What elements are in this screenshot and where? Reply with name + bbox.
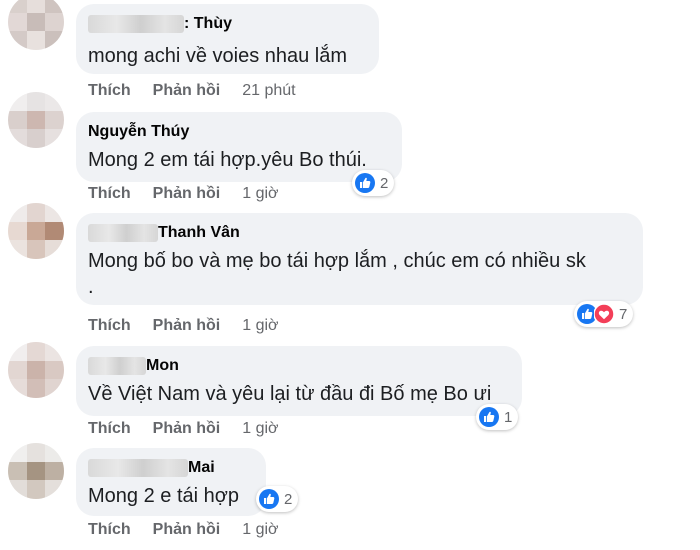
comment-bubble: : Thùy mong achi về voies nhau lắm [76, 4, 379, 74]
reaction-count: 2 [380, 174, 389, 192]
avatar[interactable] [8, 342, 64, 398]
like-button[interactable]: Thích [88, 317, 131, 335]
comment-text: Mong bố bo và mẹ bo tái hợp lắm , chúc e… [88, 250, 586, 298]
commenter-name[interactable]: Mai [88, 457, 254, 479]
like-icon [259, 489, 279, 509]
commenter-name-label: Mon [146, 357, 179, 374]
comment-timestamp[interactable]: 1 giờ [242, 420, 278, 438]
blurred-name-redaction [88, 15, 184, 33]
reply-button[interactable]: Phản hồi [153, 82, 221, 100]
avatar[interactable] [8, 92, 64, 148]
comment-actions: Thích Phản hồi 1 giờ [88, 185, 279, 203]
reaction-count: 1 [504, 408, 513, 426]
love-icon [594, 304, 614, 324]
reaction-summary[interactable]: 2 [256, 486, 299, 512]
comment-timestamp[interactable]: 21 phút [242, 82, 295, 100]
blurred-name-redaction [88, 224, 158, 242]
blurred-name-redaction [88, 459, 188, 477]
like-button[interactable]: Thích [88, 420, 131, 438]
like-button[interactable]: Thích [88, 185, 131, 203]
comment-text: Mong 2 e tái hợp [88, 485, 239, 507]
commenter-name-label: : Thùy [184, 15, 232, 32]
reaction-count: 2 [284, 490, 293, 508]
commenter-name-label: Nguyễn Thúy [88, 123, 190, 140]
reaction-count: 7 [619, 305, 628, 323]
commenter-name[interactable]: Nguyễn Thúy [88, 121, 390, 143]
like-icon [355, 173, 375, 193]
reply-button[interactable]: Phản hồi [153, 521, 221, 539]
comment-actions: Thích Phản hồi 1 giờ [88, 420, 279, 438]
like-button[interactable]: Thích [88, 82, 131, 100]
comment-actions: Thích Phản hồi 1 giờ [88, 521, 279, 539]
comment-bubble: Mai Mong 2 e tái hợp [76, 448, 266, 516]
commenter-name-label: Thanh Vân [158, 224, 240, 241]
reaction-summary[interactable]: 7 [574, 301, 634, 327]
reply-button[interactable]: Phản hồi [153, 317, 221, 335]
commenter-name-label: Mai [188, 459, 215, 476]
comment-timestamp[interactable]: 1 giờ [242, 521, 278, 539]
avatar[interactable] [8, 443, 64, 499]
comment-timestamp[interactable]: 1 giờ [242, 317, 278, 335]
like-icon [479, 407, 499, 427]
blurred-name-redaction [88, 357, 146, 375]
comment-text: Về Việt Nam và yêu lại từ đầu đi Bố mẹ B… [88, 383, 492, 405]
comment-actions: Thích Phản hồi 21 phút [88, 82, 296, 100]
comment-bubble: Thanh Vân Mong bố bo và mẹ bo tái hợp lắ… [76, 213, 643, 305]
comment-text: mong achi về voies nhau lắm [88, 45, 348, 67]
reply-button[interactable]: Phản hồi [153, 185, 221, 203]
commenter-name[interactable]: Mon [88, 355, 510, 377]
reaction-summary[interactable]: 1 [476, 404, 519, 430]
avatar[interactable] [8, 0, 64, 50]
reply-button[interactable]: Phản hồi [153, 420, 221, 438]
commenter-name[interactable]: Thanh Vân [88, 222, 631, 244]
commenter-name[interactable]: : Thùy [88, 13, 367, 35]
comment-text: Mong 2 em tái hợp.yêu Bo thúi. [88, 149, 367, 171]
reaction-summary[interactable]: 2 [352, 170, 395, 196]
comment-timestamp[interactable]: 1 giờ [242, 185, 278, 203]
like-button[interactable]: Thích [88, 521, 131, 539]
comment-bubble: Nguyễn Thúy Mong 2 em tái hợp.yêu Bo thú… [76, 112, 402, 182]
comment-actions: Thích Phản hồi 1 giờ [88, 317, 279, 335]
avatar[interactable] [8, 203, 64, 259]
comment-bubble: Mon Về Việt Nam và yêu lại từ đầu đi Bố … [76, 346, 522, 416]
